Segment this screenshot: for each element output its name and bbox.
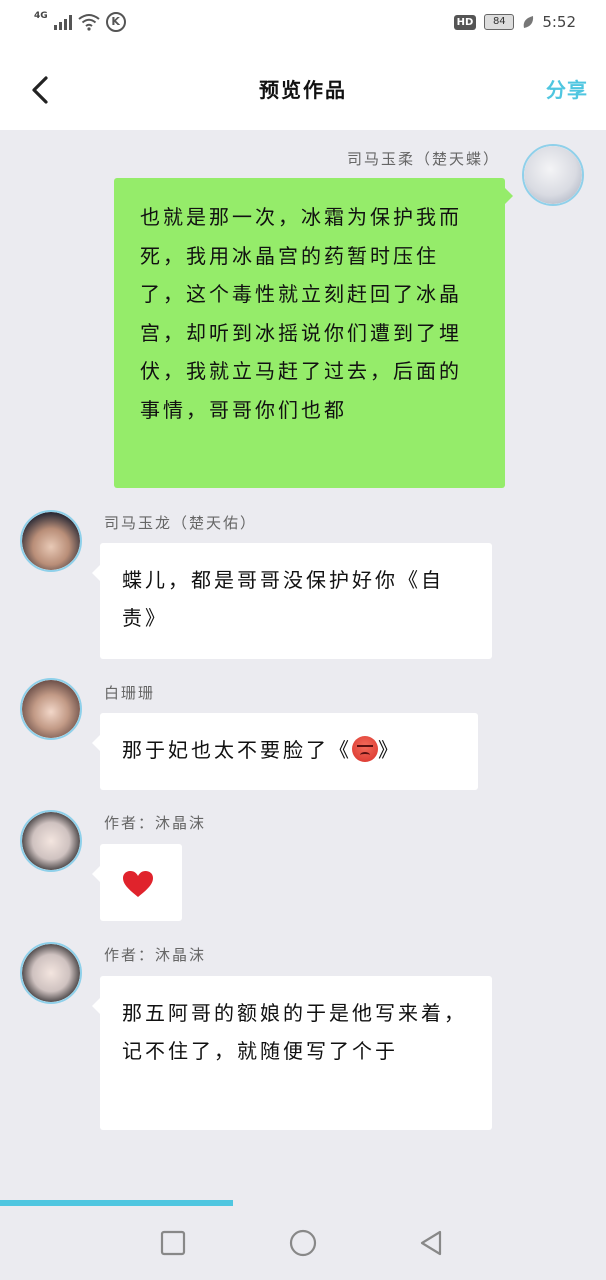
avatar[interactable] xyxy=(20,678,82,740)
sender-name: 作者：沐晶沫 xyxy=(104,946,207,964)
red-heart-icon xyxy=(123,871,153,897)
message-bubble: 那于妃也太不要脸了《 》 xyxy=(92,713,478,790)
share-button[interactable]: 分享 xyxy=(546,74,588,103)
chat-area: 司马玉柔（楚天蝶） 也就是那一次，冰霜为保护我而死，我用冰晶宫的药暂时压住了，这… xyxy=(0,130,606,1190)
message-text: 》 xyxy=(378,738,401,762)
network-label: 4G xyxy=(34,11,48,21)
clock: 5:52 xyxy=(542,13,576,31)
message-text: 那于妃也太不要脸了《 xyxy=(122,738,352,762)
avatar[interactable] xyxy=(20,942,82,1004)
circle-icon[interactable] xyxy=(288,1228,318,1258)
sender-name: 司马玉龙（楚天佑） xyxy=(104,514,258,532)
status-bar: 4G K HD 84 5:52 xyxy=(0,0,606,50)
avatar[interactable] xyxy=(20,510,82,572)
status-right: HD 84 5:52 xyxy=(453,13,576,31)
square-icon[interactable] xyxy=(158,1228,188,1258)
hd-badge: HD xyxy=(453,14,477,30)
message-bubble xyxy=(92,844,182,921)
sender-name: 司马玉柔（楚天蝶） xyxy=(346,150,500,168)
avatar[interactable] xyxy=(20,810,82,872)
navigation-bar xyxy=(0,1206,606,1280)
angry-face-icon xyxy=(352,736,378,762)
message-bubble: 蝶儿，都是哥哥没保护好你《自责》 xyxy=(92,543,492,659)
avatar[interactable] xyxy=(522,144,584,206)
sender-name: 白珊珊 xyxy=(104,684,156,702)
page-title: 预览作品 xyxy=(259,78,347,102)
title-bar: 预览作品 分享 xyxy=(0,50,606,130)
sender-name: 作者：沐晶沫 xyxy=(104,814,207,832)
signal-icon xyxy=(53,14,72,30)
battery-level: 84 xyxy=(492,16,506,27)
wifi-icon xyxy=(78,14,100,31)
leaf-icon xyxy=(524,16,534,28)
status-left: 4G K xyxy=(34,11,126,32)
battery-icon: 84 xyxy=(484,14,515,30)
message-bubble: 也就是那一次，冰霜为保护我而死，我用冰晶宫的药暂时压住了，这个毒性就立刻赶回了冰… xyxy=(114,178,513,488)
triangle-back-icon[interactable] xyxy=(416,1228,446,1258)
message-bubble: 那五阿哥的额娘的于是他写来着，记不住了，就随便写了个于 xyxy=(92,976,492,1130)
k-icon: K xyxy=(105,12,126,32)
